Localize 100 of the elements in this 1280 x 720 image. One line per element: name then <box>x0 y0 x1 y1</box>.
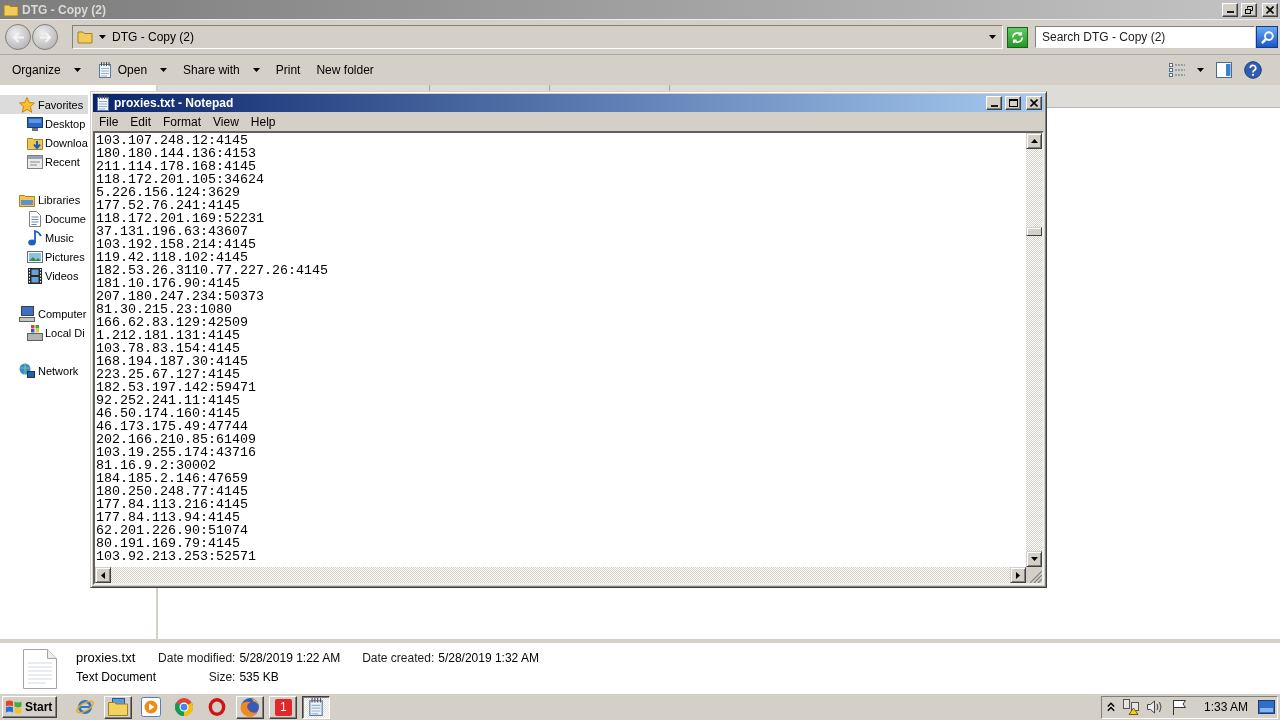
down-triangle-icon <box>1030 557 1038 561</box>
resize-grip-icon[interactable] <box>1030 571 1042 583</box>
nav-item[interactable]: Pictures <box>0 247 88 266</box>
text-line: 103.78.83.154:4145 <box>96 342 240 355</box>
toolbar-button[interactable]: Open <box>88 58 176 82</box>
text-line: 37.131.196.63:43607 <box>96 225 248 238</box>
text-line: 177.84.113.94:4145 <box>96 511 240 524</box>
search-button[interactable] <box>1256 26 1278 48</box>
close-button[interactable] <box>1262 2 1278 17</box>
nav-group[interactable]: Favorites <box>0 95 88 114</box>
menu-item[interactable]: File <box>93 114 125 129</box>
folder-icon <box>3 1 19 18</box>
text-line: 62.201.226.90:51074 <box>96 524 248 537</box>
minimize-button[interactable] <box>1222 2 1238 17</box>
start-button[interactable]: Start <box>2 696 58 718</box>
right-triangle-icon <box>1016 571 1020 579</box>
text-line: 180.250.248.77:4145 <box>96 485 248 498</box>
nav-item[interactable]: Downloa <box>0 133 88 152</box>
back-button[interactable] <box>5 24 31 50</box>
four-pane-flag-icon <box>6 699 22 715</box>
address-field[interactable]: DTG - Copy (2) <box>72 25 1003 49</box>
close-icon <box>1266 5 1274 14</box>
help-icon <box>1244 61 1262 79</box>
toolbar-button[interactable]: Share with <box>175 58 268 82</box>
property-label: Date modified: <box>158 651 236 665</box>
toolbar-button[interactable]: Organize <box>4 58 89 82</box>
nav-item[interactable]: Docume <box>0 209 88 228</box>
refresh-button[interactable] <box>1007 26 1028 48</box>
text-line: 207.180.247.234:50373 <box>96 290 264 303</box>
scroll-down-button[interactable] <box>1026 551 1042 567</box>
text-line: 182.53.26.3110.77.227.26:4145 <box>96 264 328 277</box>
folders-icon <box>108 697 129 717</box>
text-line: 80.191.169.79:4145 <box>96 537 240 550</box>
nav-item[interactable]: Desktop <box>0 114 88 133</box>
nav-item[interactable]: Music <box>0 228 88 247</box>
text-line: 118.172.201.169:52231 <box>96 212 264 225</box>
nav-item[interactable]: Videos <box>0 266 88 285</box>
drive-icon <box>27 324 43 341</box>
property-value: 5/28/2019 1:32 AM <box>438 651 539 665</box>
refresh-icon <box>1011 30 1024 44</box>
vertical-scrollbar[interactable] <box>1026 133 1042 567</box>
left-arrow-icon <box>11 31 25 43</box>
property-value: 5/28/2019 1:22 AM <box>239 651 341 665</box>
scroll-left-button[interactable] <box>95 567 111 583</box>
notepad-icon <box>307 698 326 716</box>
scroll-up-button[interactable] <box>1026 133 1042 149</box>
speaker-icon[interactable] <box>1146 699 1163 715</box>
toolbar-button[interactable]: New folder <box>308 58 382 82</box>
list-view-icon <box>1169 62 1185 78</box>
star-icon <box>19 96 35 113</box>
scroll-thumb[interactable] <box>1026 227 1042 236</box>
clock[interactable]: 1:33 AM <box>1203 700 1248 714</box>
text-line: 1.212.181.131:4145 <box>96 329 240 342</box>
nav-item[interactable]: Local Di <box>0 323 88 342</box>
document-icon <box>27 210 43 227</box>
nav-group[interactable]: Network <box>0 361 88 380</box>
double-chevron-icon[interactable] <box>1106 702 1115 712</box>
pane-icon <box>1216 62 1232 78</box>
minimize-icon <box>990 104 998 107</box>
play-icon <box>141 697 162 717</box>
search-icon <box>1260 30 1274 44</box>
horizontal-scrollbar[interactable] <box>95 567 1026 583</box>
text-line: 211.114.178.168:4145 <box>96 160 256 173</box>
nav-group[interactable]: Libraries <box>0 190 88 209</box>
scroll-right-button[interactable] <box>1010 567 1026 583</box>
menu-item[interactable]: View <box>207 114 245 129</box>
text-line: 81.30.215.23:1080 <box>96 303 232 316</box>
minimize-button[interactable] <box>986 96 1002 110</box>
address-path: DTG - Copy (2) <box>112 30 194 44</box>
forward-button[interactable] <box>32 24 58 50</box>
taskbar-button[interactable]: 1 <box>269 695 298 719</box>
menu-item[interactable]: Format <box>157 114 208 129</box>
text-line: 182.53.197.142:59471 <box>96 381 256 394</box>
left-triangle-icon <box>101 571 105 579</box>
text-line: 202.166.210.85:61409 <box>96 433 256 446</box>
nav-item[interactable]: Recent <box>0 152 88 171</box>
menu-item[interactable]: Help <box>244 114 282 129</box>
right-arrow-icon <box>38 31 52 43</box>
search-field[interactable]: Search DTG - Copy (2) <box>1035 26 1255 48</box>
notepad-icon <box>95 95 111 111</box>
monitor-icon <box>27 115 43 132</box>
restore-button[interactable] <box>1241 2 1257 17</box>
up-triangle-icon <box>1030 139 1038 143</box>
toolbar-button[interactable]: Print <box>267 58 309 82</box>
taskbar-button[interactable] <box>302 695 331 719</box>
network-warning-icon[interactable] <box>1122 699 1139 715</box>
music-note-icon <box>27 229 43 246</box>
close-button[interactable] <box>1026 96 1042 110</box>
text-line: 5.226.156.124:3629 <box>96 186 240 199</box>
caret-icon[interactable] <box>989 35 996 39</box>
nav-group[interactable]: Computer <box>0 304 88 323</box>
window-title: DTG - Copy (2) <box>22 2 106 17</box>
picture-icon <box>27 248 43 265</box>
notepad-icon <box>96 62 113 78</box>
caret-icon[interactable] <box>99 35 106 39</box>
text-line: 177.84.113.216:4145 <box>96 498 248 511</box>
monitor-icon[interactable] <box>1258 700 1275 714</box>
maximize-button[interactable] <box>1005 96 1021 110</box>
flag-icon[interactable] <box>1170 699 1187 715</box>
menu-item[interactable]: Edit <box>124 114 158 129</box>
